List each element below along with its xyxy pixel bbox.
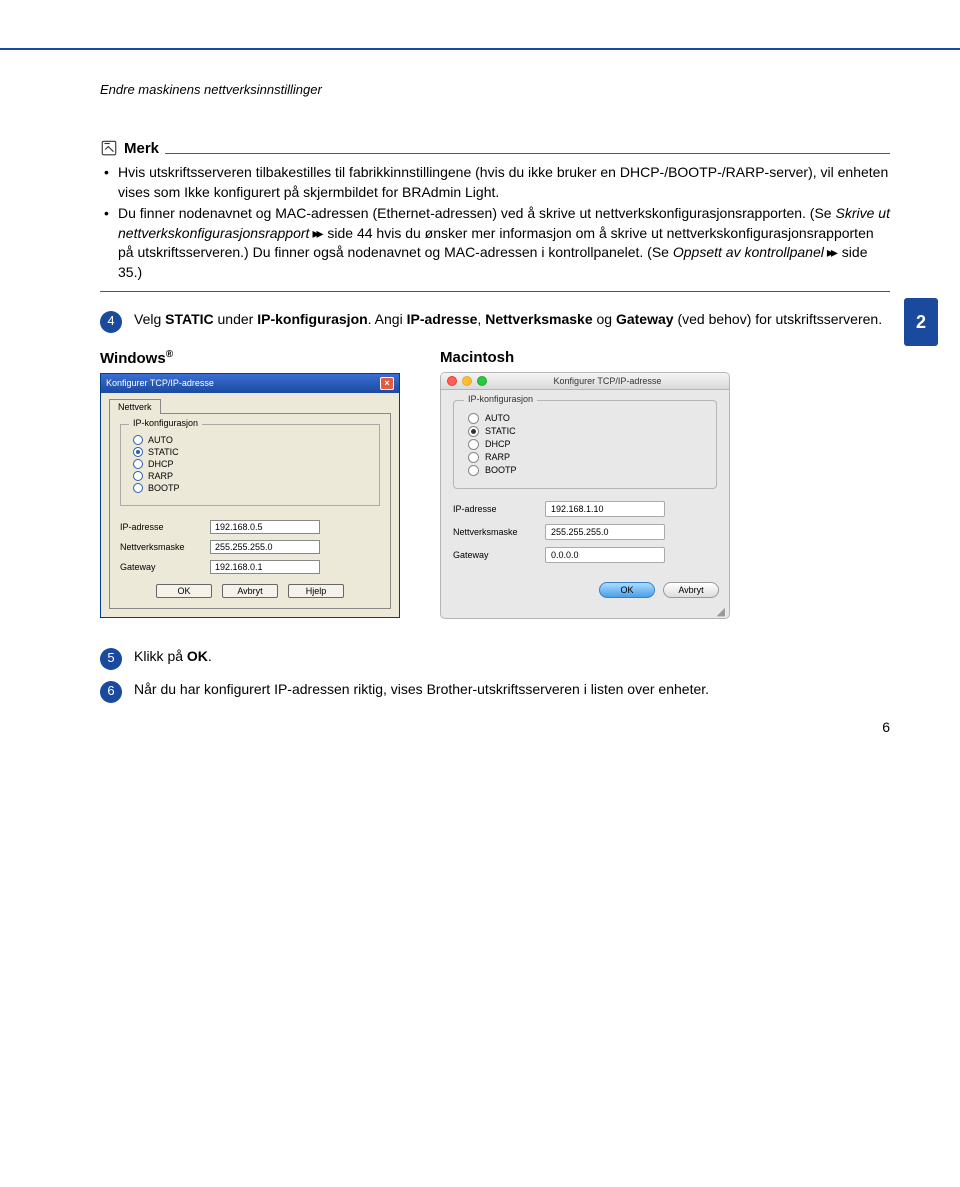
windows-heading: Windows® bbox=[100, 349, 400, 367]
step-5-text: Klikk på OK. bbox=[134, 647, 212, 670]
step-badge-4: 4 bbox=[100, 311, 122, 333]
mac-column: Macintosh Konfigurer TCP/IP-adresse IP-k… bbox=[440, 349, 730, 619]
win-group-label: IP-konfigurasjon bbox=[129, 418, 202, 428]
mac-zoom-icon[interactable] bbox=[477, 376, 487, 386]
mac-ip-label: IP-adresse bbox=[453, 504, 545, 514]
mac-gateway-input[interactable]: 0.0.0.0 bbox=[545, 547, 665, 563]
win-radio-dhcp[interactable]: DHCP bbox=[133, 459, 367, 469]
mac-radio-bootp[interactable]: BOOTP bbox=[468, 465, 702, 476]
mac-ip-config-group: IP-konfigurasjon AUTO STATIC DHCP RARP B… bbox=[453, 400, 717, 489]
mac-mask-label: Nettverksmaske bbox=[453, 527, 545, 537]
win-tab-network[interactable]: Nettverk bbox=[109, 399, 161, 414]
mac-resize-handle[interactable]: ◢ bbox=[441, 608, 729, 618]
win-gateway-input[interactable]: 192.168.0.1 bbox=[210, 560, 320, 574]
note-box: Merk Hvis utskriftsserveren tilbakestill… bbox=[100, 139, 890, 292]
win-radio-rarp[interactable]: RARP bbox=[133, 471, 367, 481]
mac-radio-auto[interactable]: AUTO bbox=[468, 413, 702, 424]
step-4-text: Velg STATIC under IP-konfigurasjon. Angi… bbox=[134, 310, 882, 333]
page-number: 6 bbox=[882, 719, 890, 735]
mac-title: Konfigurer TCP/IP-adresse bbox=[492, 376, 723, 386]
mac-cancel-button[interactable]: Avbryt bbox=[663, 582, 719, 598]
mac-group-label: IP-konfigurasjon bbox=[464, 394, 537, 404]
mac-mask-input[interactable]: 255.255.255.0 bbox=[545, 524, 665, 540]
step-badge-6: 6 bbox=[100, 681, 122, 703]
win-ip-label: IP-adresse bbox=[120, 522, 210, 532]
win-title: Konfigurer TCP/IP-adresse bbox=[106, 378, 214, 388]
mac-radio-static[interactable]: STATIC bbox=[468, 426, 702, 437]
close-icon[interactable]: × bbox=[380, 377, 394, 390]
mac-heading: Macintosh bbox=[440, 349, 730, 366]
win-titlebar: Konfigurer TCP/IP-adresse × bbox=[101, 374, 399, 393]
note-icon bbox=[100, 139, 118, 157]
mac-minimize-icon[interactable] bbox=[462, 376, 472, 386]
note-bottom-rule bbox=[100, 291, 890, 292]
mac-titlebar: Konfigurer TCP/IP-adresse bbox=[441, 373, 729, 390]
note-item-2: Du finner nodenavnet og MAC-adressen (Et… bbox=[104, 204, 890, 282]
win-help-button[interactable]: Hjelp bbox=[288, 584, 344, 598]
note-title: Merk bbox=[124, 140, 159, 157]
step-5: 5 Klikk på OK. bbox=[100, 647, 890, 670]
mac-radio-rarp[interactable]: RARP bbox=[468, 452, 702, 463]
arrows-icon: ▸▸ bbox=[312, 225, 320, 241]
note2-text-a: Du finner nodenavnet og MAC-adressen (Et… bbox=[118, 205, 836, 221]
win-cancel-button[interactable]: Avbryt bbox=[222, 584, 278, 598]
step-4: 4 Velg STATIC under IP-konfigurasjon. An… bbox=[100, 310, 890, 333]
win-mask-label: Nettverksmaske bbox=[120, 542, 210, 552]
mac-radio-dhcp[interactable]: DHCP bbox=[468, 439, 702, 450]
step-badge-5: 5 bbox=[100, 648, 122, 670]
mac-ok-button[interactable]: OK bbox=[599, 582, 655, 598]
win-radio-bootp[interactable]: BOOTP bbox=[133, 483, 367, 493]
chapter-tab: 2 bbox=[904, 298, 938, 346]
windows-dialog: Konfigurer TCP/IP-adresse × Nettverk IP-… bbox=[100, 373, 400, 618]
mac-dialog: Konfigurer TCP/IP-adresse IP-konfigurasj… bbox=[440, 372, 730, 619]
win-mask-input[interactable]: 255.255.255.0 bbox=[210, 540, 320, 554]
mac-close-icon[interactable] bbox=[447, 376, 457, 386]
win-ip-config-group: IP-konfigurasjon AUTO STATIC DHCP RARP B… bbox=[120, 424, 380, 506]
mac-gateway-label: Gateway bbox=[453, 550, 545, 560]
win-ok-button[interactable]: OK bbox=[156, 584, 212, 598]
win-radio-auto[interactable]: AUTO bbox=[133, 435, 367, 445]
note-top-rule bbox=[165, 153, 890, 154]
arrows-icon: ▸▸ bbox=[827, 244, 835, 260]
step-6: 6 Når du har konfigurert IP-adressen rik… bbox=[100, 680, 890, 703]
windows-column: Windows® Konfigurer TCP/IP-adresse × Net… bbox=[100, 349, 400, 619]
note2-ref2: Oppsett av kontrollpanel bbox=[673, 244, 824, 260]
mac-ip-input[interactable]: 192.168.1.10 bbox=[545, 501, 665, 517]
note-item-1: Hvis utskriftsserveren tilbakestilles ti… bbox=[104, 163, 890, 202]
section-header: Endre maskinens nettverksinnstillinger bbox=[100, 82, 890, 97]
win-gateway-label: Gateway bbox=[120, 562, 210, 572]
step-6-text: Når du har konfigurert IP-adressen rikti… bbox=[134, 680, 709, 703]
win-radio-static[interactable]: STATIC bbox=[133, 447, 367, 457]
win-ip-input[interactable]: 192.168.0.5 bbox=[210, 520, 320, 534]
